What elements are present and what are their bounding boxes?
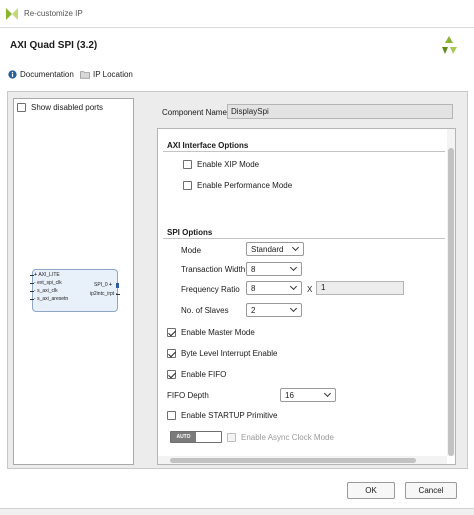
async-clock-mode-checkbox[interactable] bbox=[227, 433, 236, 442]
component-name-label: Component Name bbox=[162, 108, 227, 117]
chevron-down-icon bbox=[323, 389, 332, 398]
async-clock-mode-label: Enable Async Clock Mode bbox=[241, 433, 334, 442]
ip-location-label: IP Location bbox=[93, 70, 133, 79]
byte-level-interrupt-checkbox[interactable] bbox=[167, 349, 176, 358]
byte-level-interrupt-label: Byte Level Interrupt Enable bbox=[181, 349, 278, 358]
auto-toggle-label: AUTO bbox=[171, 432, 196, 442]
enable-xip-label: Enable XIP Mode bbox=[197, 160, 260, 169]
slaves-value: 2 bbox=[251, 305, 256, 315]
chevron-down-icon bbox=[291, 243, 300, 252]
fifo-depth-label: FIFO Depth bbox=[167, 391, 209, 400]
section-divider bbox=[163, 238, 445, 239]
byte-level-interrupt-row[interactable]: Byte Level Interrupt Enable bbox=[167, 349, 278, 358]
port-ext-clk: - ext_spi_clk bbox=[34, 280, 62, 286]
frequency-ratio-value: 8 bbox=[251, 283, 256, 293]
chevron-down-icon bbox=[289, 282, 298, 291]
ip-location-link[interactable]: IP Location bbox=[80, 70, 133, 79]
enable-performance-checkbox[interactable] bbox=[183, 181, 192, 190]
component-name-field[interactable]: DisplaySpi bbox=[227, 104, 453, 119]
show-disabled-ports-row[interactable]: Show disabled ports bbox=[17, 103, 103, 112]
link-row: Documentation IP Location bbox=[0, 66, 474, 86]
enable-performance-label: Enable Performance Mode bbox=[197, 181, 293, 190]
section-divider bbox=[163, 151, 445, 152]
enable-performance-row[interactable]: Enable Performance Mode bbox=[183, 181, 292, 190]
info-icon bbox=[8, 70, 17, 79]
enable-master-mode-label: Enable Master Mode bbox=[181, 328, 255, 337]
window-title-bar: Re-customize IP bbox=[0, 0, 474, 28]
port-axi-lite: + AXI_LITE bbox=[34, 272, 60, 278]
dialog-header: AXI Quad SPI (3.2) bbox=[0, 28, 474, 66]
async-clock-mode-row[interactable]: Enable Async Clock Mode bbox=[227, 433, 334, 442]
fifo-depth-value: 16 bbox=[285, 390, 294, 400]
auto-toggle-off bbox=[196, 432, 221, 442]
enable-startup-checkbox[interactable] bbox=[167, 411, 176, 420]
transaction-width-label: Transaction Width bbox=[181, 265, 246, 274]
show-disabled-ports-label: Show disabled ports bbox=[31, 103, 104, 112]
ip-title: AXI Quad SPI (3.2) bbox=[10, 40, 98, 51]
enable-xip-row[interactable]: Enable XIP Mode bbox=[183, 160, 259, 169]
horizontal-scroll-thumb[interactable] bbox=[170, 458, 416, 463]
slaves-select[interactable]: 2 bbox=[246, 303, 302, 317]
port-connector bbox=[30, 275, 34, 276]
documentation-link[interactable]: Documentation bbox=[8, 70, 74, 79]
slaves-label: No. of Slaves bbox=[181, 306, 229, 315]
chevron-down-icon bbox=[289, 263, 298, 272]
port-connector bbox=[30, 283, 34, 284]
frequency-ratio-x: X bbox=[307, 285, 313, 294]
window-title: Re-customize IP bbox=[24, 9, 83, 18]
frequency-ratio-label: Frequency Ratio bbox=[181, 285, 240, 294]
frequency-ratio-multiplier-field[interactable]: 1 bbox=[316, 281, 404, 295]
port-connector bbox=[30, 299, 34, 300]
vivado-logo-icon bbox=[442, 36, 457, 54]
enable-fifo-label: Enable FIFO bbox=[181, 370, 227, 379]
mode-label: Mode bbox=[181, 246, 202, 255]
enable-fifo-checkbox[interactable] bbox=[167, 370, 176, 379]
chevron-down-icon bbox=[289, 304, 298, 313]
vivado-small-icon bbox=[6, 8, 18, 20]
enable-master-mode-checkbox[interactable] bbox=[167, 328, 176, 337]
port-connector bbox=[116, 294, 120, 295]
port-intr: ip2intc_irpt - bbox=[90, 291, 117, 297]
transaction-width-value: 8 bbox=[251, 264, 256, 274]
enable-xip-checkbox[interactable] bbox=[183, 160, 192, 169]
spi-options-title: SPI Options bbox=[167, 228, 213, 237]
fifo-depth-select[interactable]: 16 bbox=[280, 388, 336, 402]
cancel-button[interactable]: Cancel bbox=[405, 482, 457, 499]
enable-master-mode-row[interactable]: Enable Master Mode bbox=[167, 328, 255, 337]
enable-startup-row[interactable]: Enable STARTUP Primitive bbox=[167, 411, 277, 420]
enable-fifo-row[interactable]: Enable FIFO bbox=[167, 370, 226, 379]
mode-select[interactable]: Standard bbox=[246, 242, 304, 256]
port-connector bbox=[116, 283, 119, 288]
axi-interface-title: AXI Interface Options bbox=[167, 141, 249, 150]
ok-button[interactable]: OK bbox=[347, 482, 395, 499]
port-connector bbox=[30, 291, 34, 292]
port-spi: SPI_0 + bbox=[94, 282, 112, 288]
port-aresetn: - s_axi_aresetn bbox=[34, 296, 69, 302]
port-axi-clk: - s_axi_clk bbox=[34, 288, 58, 294]
enable-startup-label: Enable STARTUP Primitive bbox=[181, 411, 278, 420]
transaction-width-select[interactable]: 8 bbox=[246, 262, 302, 276]
documentation-label: Documentation bbox=[20, 70, 74, 79]
vertical-scroll-thumb[interactable] bbox=[448, 148, 454, 456]
auto-toggle[interactable]: AUTO bbox=[170, 431, 222, 443]
mode-value: Standard bbox=[251, 244, 284, 254]
frequency-ratio-select[interactable]: 8 bbox=[246, 281, 302, 295]
show-disabled-ports-checkbox[interactable] bbox=[17, 103, 26, 112]
folder-icon bbox=[80, 71, 90, 79]
taskbar-strip bbox=[0, 508, 474, 515]
